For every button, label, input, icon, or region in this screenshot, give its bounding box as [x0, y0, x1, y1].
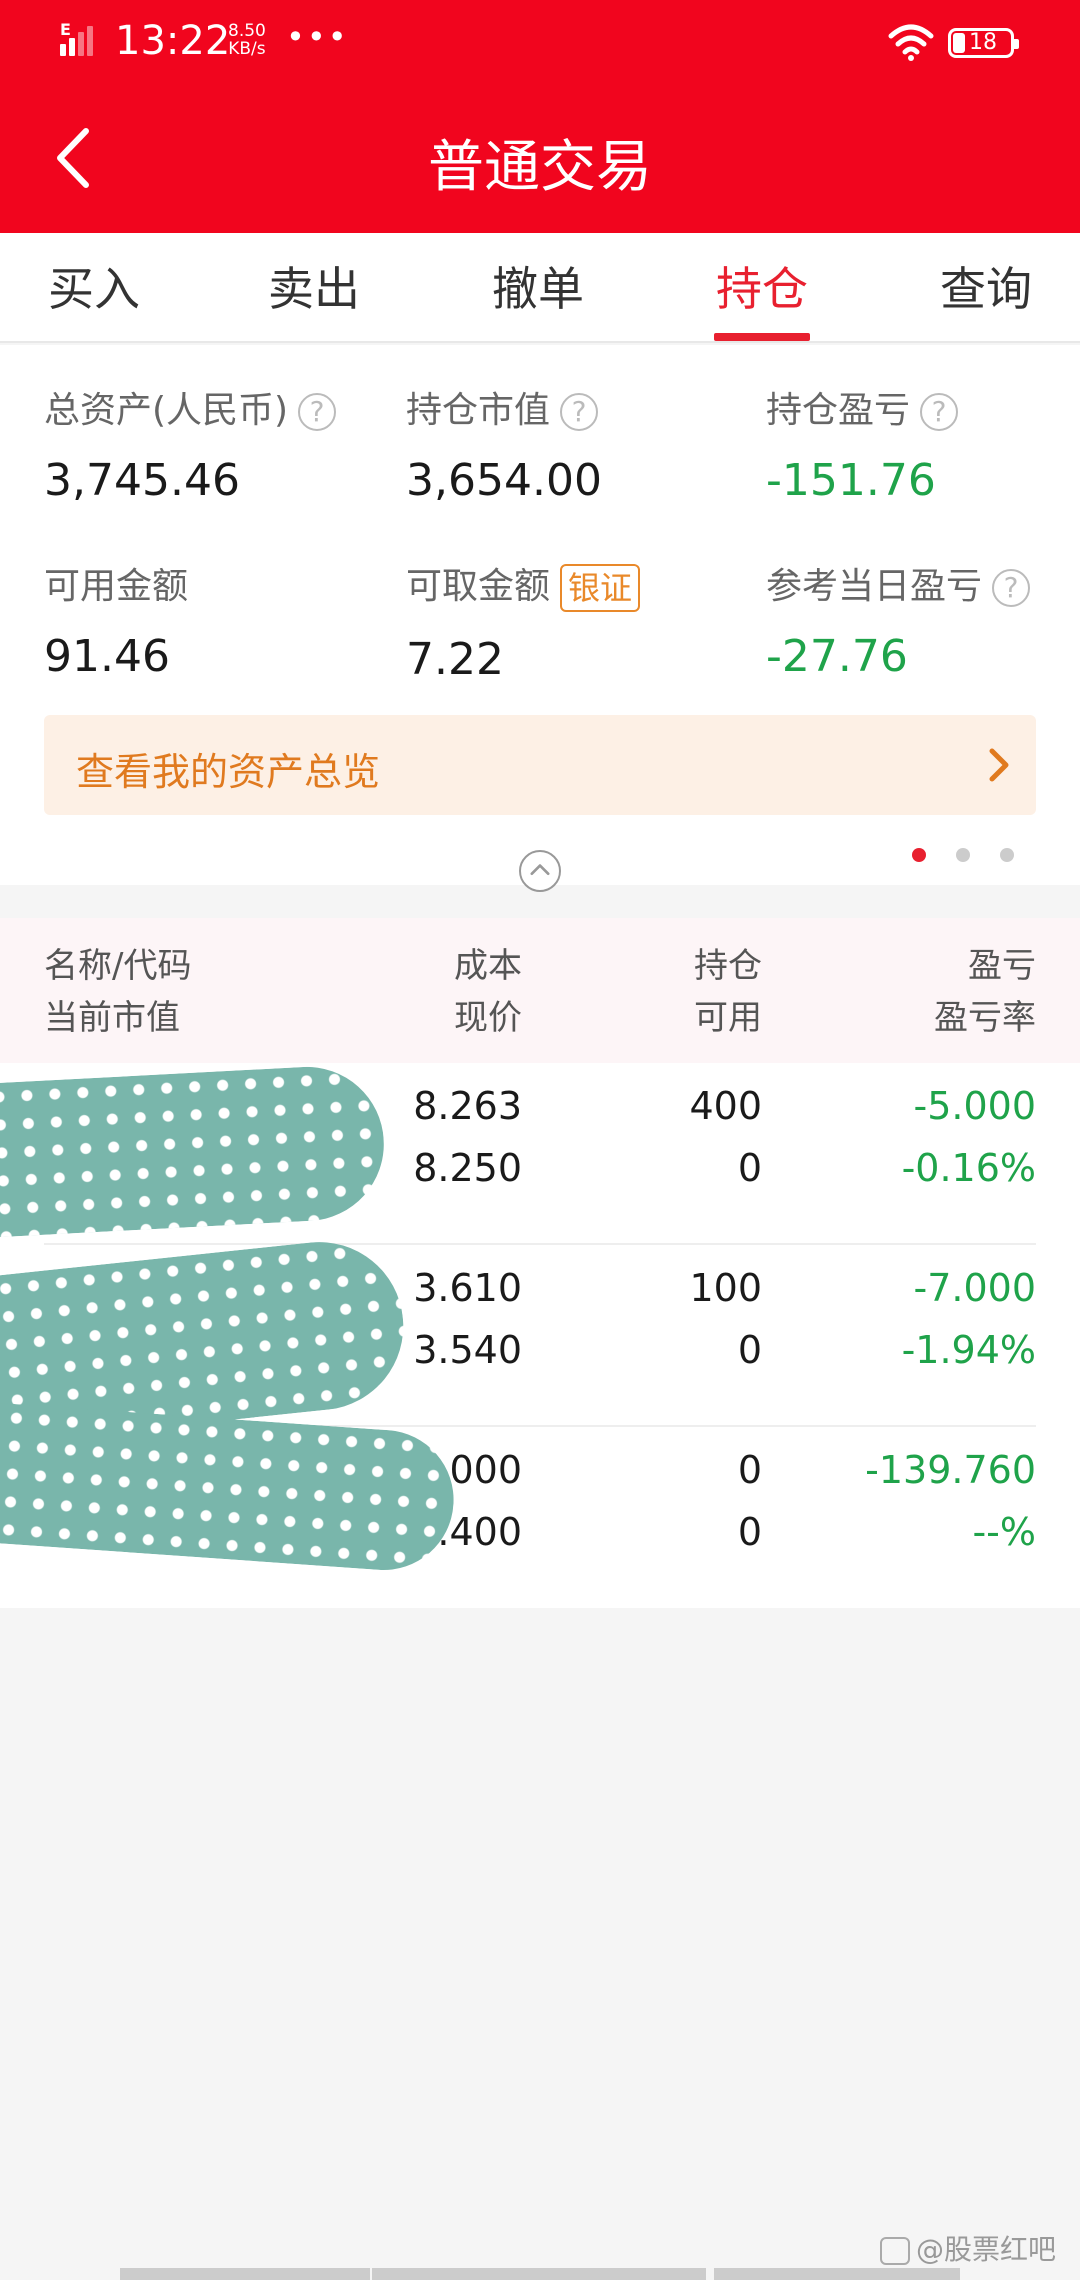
pnl: -5.000	[913, 1084, 1037, 1128]
watermark-text: @股票红吧	[916, 2233, 1057, 2266]
redaction-scribble	[0, 1063, 388, 1239]
daily-pnl-value: -27.76	[766, 631, 908, 682]
available-label: 可用金额	[44, 566, 189, 607]
position-value-stat: 持仓市值? 3,654.00	[406, 381, 602, 506]
tab-cancel-order[interactable]: 撤单	[458, 253, 618, 319]
status-time: 13:22	[115, 18, 231, 64]
total-assets-value: 3,745.46	[44, 455, 240, 506]
holding: 100	[689, 1266, 762, 1310]
tab-buy[interactable]: 买入	[14, 253, 174, 319]
pnl-rate: -1.94%	[901, 1328, 1036, 1372]
nav-gesture-bar	[714, 2268, 960, 2280]
asset-overview-link[interactable]: 查看我的资产总览	[44, 715, 1036, 815]
header-cost: 成本	[454, 946, 522, 986]
page-dot	[1000, 848, 1014, 862]
watermark: @股票红吧	[880, 2228, 1056, 2268]
withdrawable-stat: 可取金额 银证 7.22	[406, 557, 641, 685]
header-holding: 持仓	[694, 946, 762, 986]
available: 0	[737, 1146, 762, 1190]
holding: 0	[737, 1448, 762, 1492]
app-header: E 13:22 8.50 KB/s ••• 18 普通交易	[0, 0, 1080, 233]
withdrawable-label: 可取金额	[406, 566, 551, 607]
price: 8.250	[413, 1146, 522, 1190]
battery-icon: 18	[948, 28, 1019, 58]
active-tab-indicator	[714, 333, 810, 341]
position-pnl-value: -151.76	[766, 455, 936, 506]
page-dot-active	[912, 848, 926, 862]
camera-icon	[880, 2237, 910, 2265]
header-available: 可用	[694, 998, 762, 1038]
pnl-rate: -0.16%	[901, 1146, 1036, 1190]
page-title: 普通交易	[428, 135, 652, 200]
position-value-label: 持仓市值	[406, 390, 551, 431]
withdrawable-value: 7.22	[406, 634, 504, 685]
position-pnl-stat: 持仓盈亏? -151.76	[766, 381, 959, 506]
account-summary: 总资产(人民币)? 3,745.46 持仓市值? 3,654.00 持仓盈亏? …	[0, 345, 1080, 885]
header-price: 现价	[454, 998, 522, 1038]
nav-gesture-bar	[372, 2268, 706, 2280]
page-dot	[956, 848, 970, 862]
cost: 000	[449, 1448, 522, 1492]
bank-transfer-badge[interactable]: 银证	[560, 564, 641, 612]
header-name: 名称/代码	[44, 946, 192, 986]
chevron-right-icon	[989, 748, 1009, 782]
pnl: -7.000	[913, 1266, 1037, 1310]
available: 0	[737, 1510, 762, 1554]
status-bar: E 13:22 8.50 KB/s ••• 18	[0, 0, 1080, 90]
speed-unit: KB/s	[228, 39, 266, 59]
position-pnl-label: 持仓盈亏	[766, 390, 911, 431]
page-indicator	[912, 847, 1044, 866]
battery-level: 18	[969, 30, 997, 55]
tab-sell[interactable]: 卖出	[234, 253, 394, 319]
help-icon[interactable]: ?	[560, 393, 599, 431]
network-speed: 8.50 KB/s	[228, 22, 266, 58]
nav-gesture-bar	[120, 2268, 370, 2280]
pnl-rate: --%	[972, 1510, 1036, 1554]
header-market-value: 当前市值	[44, 998, 180, 1038]
holding: 400	[689, 1084, 762, 1128]
header-pnl-rate: 盈亏率	[934, 998, 1036, 1038]
cost: 3.610	[413, 1266, 522, 1310]
trade-tabs: 买入 卖出 撤单 持仓 查询	[0, 233, 1080, 343]
network-type: E	[60, 20, 71, 39]
signal-icon: E	[60, 20, 104, 60]
help-icon[interactable]: ?	[920, 393, 959, 431]
wifi-icon	[888, 24, 934, 61]
tab-positions[interactable]: 持仓	[682, 253, 842, 319]
asset-overview-label: 查看我的资产总览	[76, 750, 381, 794]
daily-pnl-label: 参考当日盈亏	[766, 566, 983, 607]
speed-value: 8.50	[228, 21, 266, 41]
table-header: 名称/代码 当前市值 成本 现价 持仓 可用 盈亏 盈亏率	[0, 918, 1080, 1063]
help-icon[interactable]: ?	[298, 393, 337, 431]
header-pnl: 盈亏	[968, 946, 1036, 986]
total-assets-label: 总资产(人民币)	[44, 390, 289, 431]
pnl: -139.760	[865, 1448, 1036, 1492]
total-assets-stat: 总资产(人民币)? 3,745.46	[44, 381, 337, 506]
price: 3.540	[413, 1328, 522, 1372]
help-icon[interactable]: ?	[992, 569, 1031, 607]
daily-pnl-stat: 参考当日盈亏? -27.76	[766, 557, 1031, 682]
available-stat: 可用金额 91.46	[44, 557, 188, 682]
collapse-up-icon[interactable]	[519, 850, 561, 892]
position-value-value: 3,654.00	[406, 455, 602, 506]
cost: 8.263	[413, 1084, 522, 1128]
available-value: 91.46	[44, 631, 170, 682]
tab-query[interactable]: 查询	[906, 253, 1066, 319]
more-notifications-icon: •••	[286, 18, 349, 56]
available: 0	[737, 1328, 762, 1372]
